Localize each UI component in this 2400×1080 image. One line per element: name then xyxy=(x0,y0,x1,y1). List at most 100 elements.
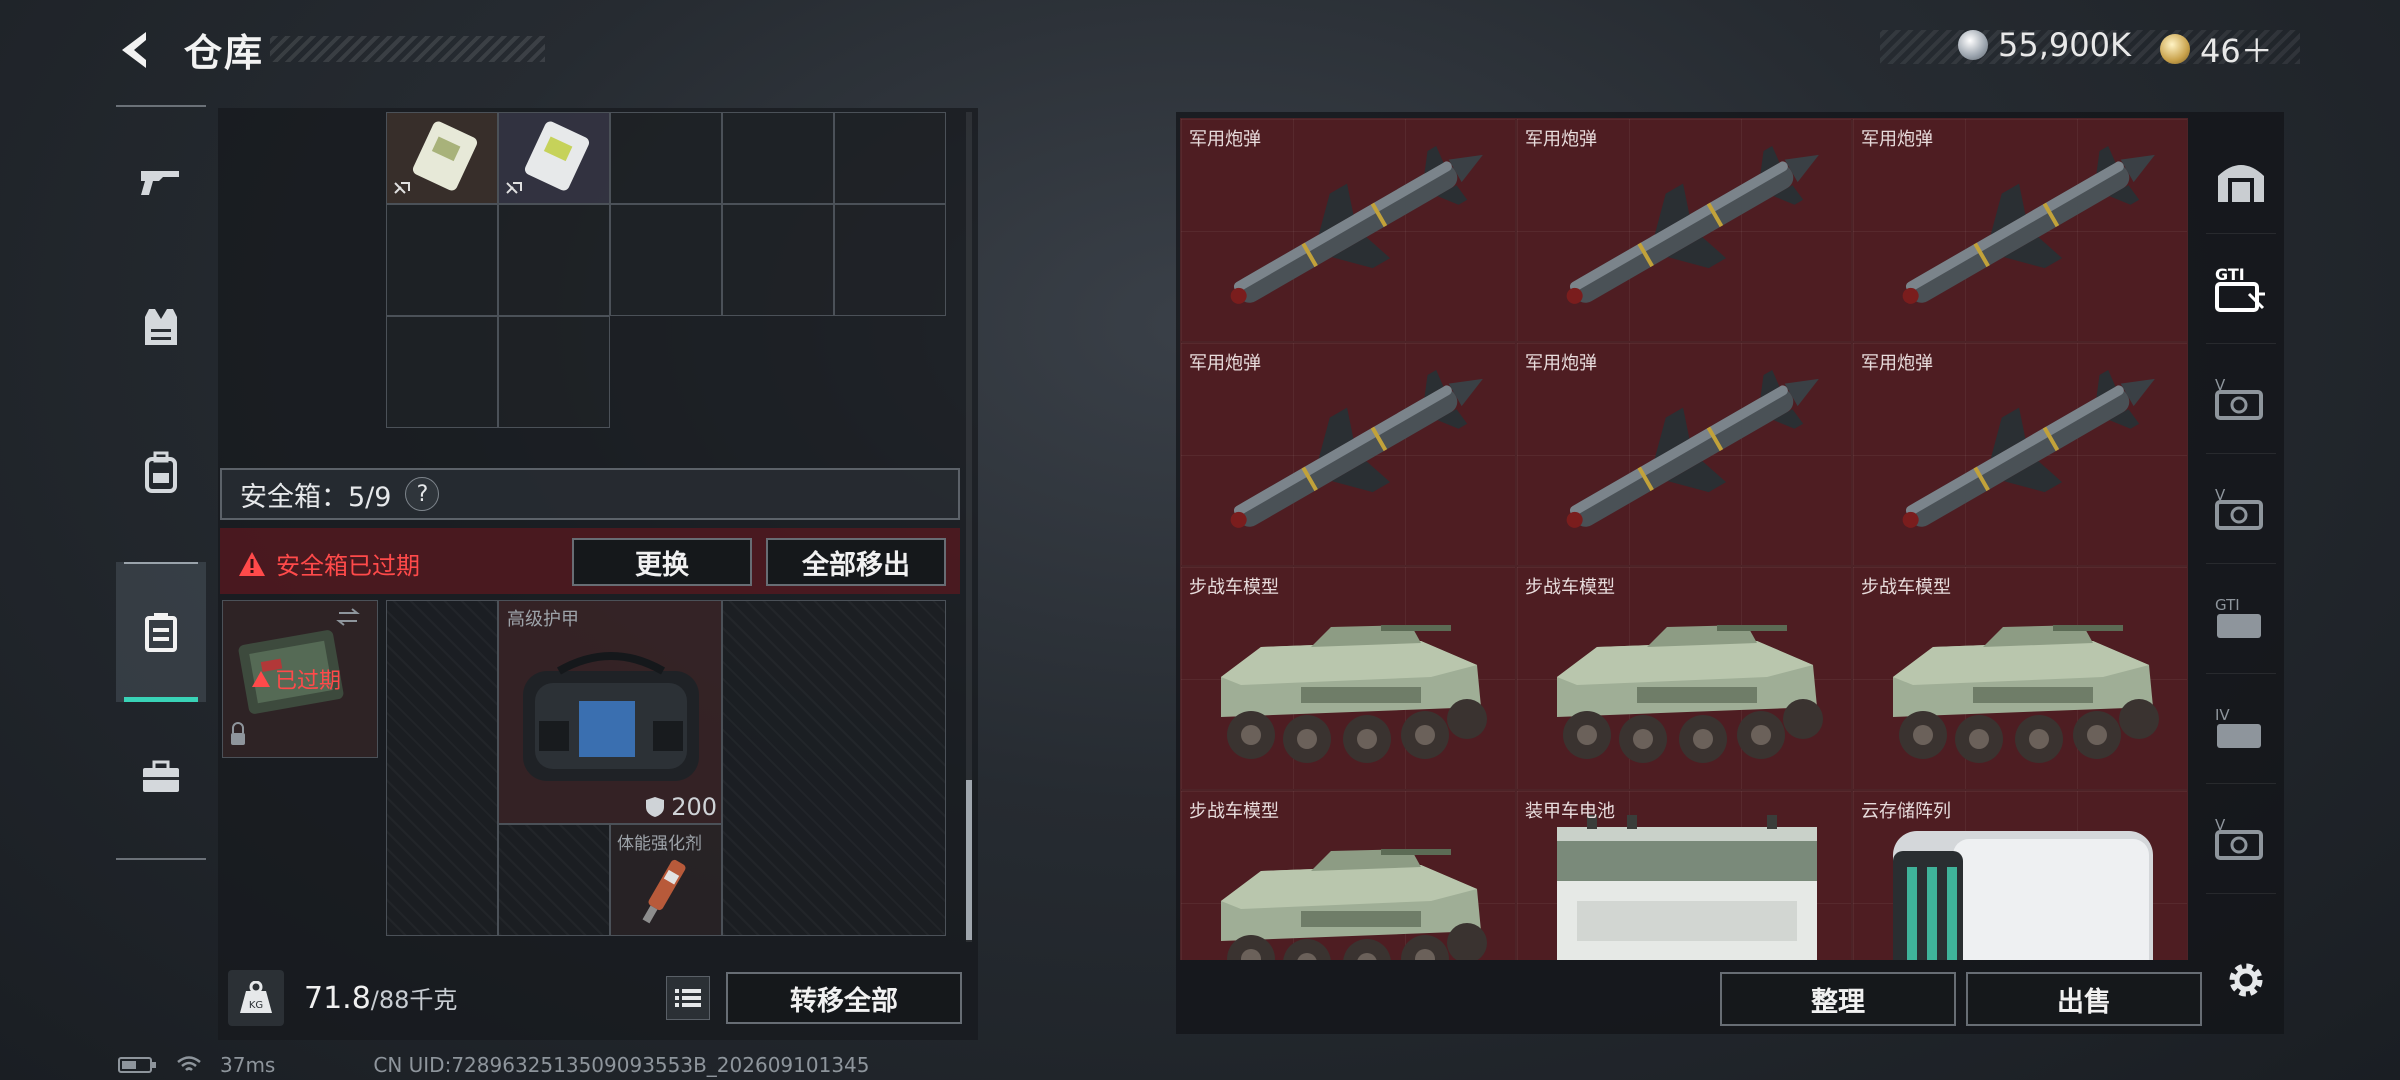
tab-gti-active[interactable]: GTI xyxy=(2206,234,2276,344)
storage-item-name: 装甲车电池 xyxy=(1525,801,1615,822)
ifv-model-image xyxy=(1893,625,2159,763)
grid-slot[interactable] xyxy=(386,600,498,936)
storage-item[interactable]: 军用炮弹 xyxy=(1852,118,2188,342)
missile-image xyxy=(1566,146,1819,304)
grid-slot[interactable] xyxy=(498,316,610,428)
storage-item-name: 军用炮弹 xyxy=(1525,353,1597,374)
backpack-scroll-thumb[interactable] xyxy=(966,780,972,940)
grid-slot[interactable] xyxy=(386,316,498,428)
storage-item[interactable]: 军用炮弹 xyxy=(1516,118,1852,342)
grid-slot[interactable] xyxy=(834,204,946,316)
storage-item[interactable]: 装甲车电池 xyxy=(1516,790,1852,960)
storage-item[interactable]: 步战车模型 xyxy=(1180,790,1516,960)
title-decoration xyxy=(270,36,545,62)
toolbox-icon xyxy=(143,760,179,792)
back-button[interactable] xyxy=(112,26,160,74)
grid-slot[interactable] xyxy=(610,112,722,204)
warning-icon xyxy=(239,551,265,576)
gold-coin-icon xyxy=(2160,34,2190,64)
storage-item[interactable]: 军用炮弹 xyxy=(1516,342,1852,566)
grid-slot[interactable] xyxy=(722,600,946,936)
gear-icon xyxy=(2229,963,2263,997)
expired-tag: 已过期 xyxy=(251,663,341,695)
sort-button[interactable]: 整理 xyxy=(1720,972,1956,1026)
storage-item-name: 军用炮弹 xyxy=(1189,129,1261,150)
storage-item[interactable]: 军用炮弹 xyxy=(1180,118,1516,342)
nav-armor[interactable] xyxy=(116,257,206,397)
armor-item[interactable]: 高级护甲 200 xyxy=(498,600,722,824)
nav-toolbox[interactable] xyxy=(116,707,206,847)
grid-item-card[interactable] xyxy=(498,112,610,204)
storage-item[interactable]: 军用炮弹 xyxy=(1852,342,2188,566)
vest-icon xyxy=(145,309,177,345)
warning-icon xyxy=(252,671,270,687)
storage-item[interactable]: 云存储阵列 xyxy=(1852,790,2188,960)
tab-v-card-1[interactable]: V xyxy=(2206,344,2276,454)
svg-text:GTI: GTI xyxy=(2215,265,2245,284)
safebox-icon xyxy=(145,613,177,652)
storage-item-name: 军用炮弹 xyxy=(1525,129,1597,150)
storage-item[interactable]: 步战车模型 xyxy=(1516,566,1852,790)
help-button[interactable]: ? xyxy=(405,477,440,511)
weight-capacity: /88千克 xyxy=(370,986,458,1014)
storage-item[interactable]: 步战车模型 xyxy=(1852,566,2188,790)
sell-button[interactable]: 出售 xyxy=(1966,972,2202,1026)
tab-iv-card[interactable]: IV xyxy=(2206,674,2276,784)
tab-v-card-3[interactable]: V xyxy=(2206,784,2276,894)
weight-current: 71.8 xyxy=(304,981,371,1016)
grid-slot[interactable] xyxy=(722,204,834,316)
armor-durability-value: 200 xyxy=(671,793,717,821)
nav-weapons[interactable] xyxy=(116,112,206,252)
currency-gold-value: 46＋ xyxy=(2200,32,2273,70)
settings-button[interactable] xyxy=(2218,952,2274,1008)
storage-side-tabs: GTI V V GTI IV V xyxy=(2198,112,2284,952)
missile-image xyxy=(1566,370,1819,528)
storage-item-name: 云存储阵列 xyxy=(1861,801,1951,822)
left-nav xyxy=(116,105,206,860)
tab-warehouse[interactable] xyxy=(2206,124,2276,234)
page-title: 仓库 xyxy=(184,31,265,75)
wifi-icon xyxy=(177,1056,201,1071)
access-card-icon xyxy=(394,121,478,194)
v-card-icon: V xyxy=(2215,486,2263,530)
weight-text: 71.8/88千克 xyxy=(304,980,457,1016)
grid-slot[interactable] xyxy=(386,204,498,316)
tab-v-card-2[interactable]: V xyxy=(2206,454,2276,564)
gti-card-icon: GTI xyxy=(2215,596,2261,638)
backpack-icon xyxy=(145,451,177,493)
storage-item-name: 步战车模型 xyxy=(1189,801,1279,822)
missile-image xyxy=(1230,370,1483,528)
remove-all-button[interactable]: 全部移出 xyxy=(766,538,946,586)
currency-gold[interactable]: 46＋ xyxy=(2160,26,2273,72)
transfer-all-button[interactable]: 转移全部 xyxy=(726,972,962,1024)
tab-gti-card[interactable]: GTI xyxy=(2206,564,2276,674)
v-card-icon: V xyxy=(2215,816,2263,860)
safebox-expired-bar: 安全箱已过期 更换 全部移出 xyxy=(220,528,960,594)
safebox-slot[interactable]: 已过期 xyxy=(222,600,378,758)
grid-slot[interactable] xyxy=(498,824,610,936)
kg-weight-icon: KG xyxy=(240,981,272,1013)
svg-text:IV: IV xyxy=(2215,706,2230,724)
ping-text: 37ms xyxy=(220,1053,276,1077)
grid-slot[interactable] xyxy=(498,204,610,316)
replace-button[interactable]: 更换 xyxy=(572,538,752,586)
warehouse-icon xyxy=(2218,164,2264,202)
grid-slot[interactable] xyxy=(610,204,722,316)
armor-durability: 200 xyxy=(645,793,717,821)
list-view-button[interactable] xyxy=(666,976,710,1020)
nav-safebox[interactable] xyxy=(116,562,206,702)
grid-slot[interactable] xyxy=(834,112,946,204)
grid-item-card[interactable] xyxy=(386,112,498,204)
storage-item[interactable]: 军用炮弹 xyxy=(1180,342,1516,566)
missile-image xyxy=(1902,146,2155,304)
boost-item[interactable]: 体能强化剂 xyxy=(610,824,722,936)
missile-image xyxy=(1902,370,2155,528)
nav-backpack[interactable] xyxy=(116,402,206,542)
storage-item[interactable]: 步战车模型 xyxy=(1180,566,1516,790)
grid-slot[interactable] xyxy=(722,112,834,204)
boost-name: 体能强化剂 xyxy=(617,834,702,854)
uid-text: CN UID:7289632513509093553B_202609101345 xyxy=(373,1053,870,1077)
shield-icon xyxy=(646,797,665,817)
access-card-icon xyxy=(506,121,590,194)
storage-grid: 军用炮弹 军用炮弹 军用炮弹 军用炮弹 军用炮弹 军用炮弹 步战车模型 步战车模型 步战车模型步… xyxy=(1180,118,2190,960)
